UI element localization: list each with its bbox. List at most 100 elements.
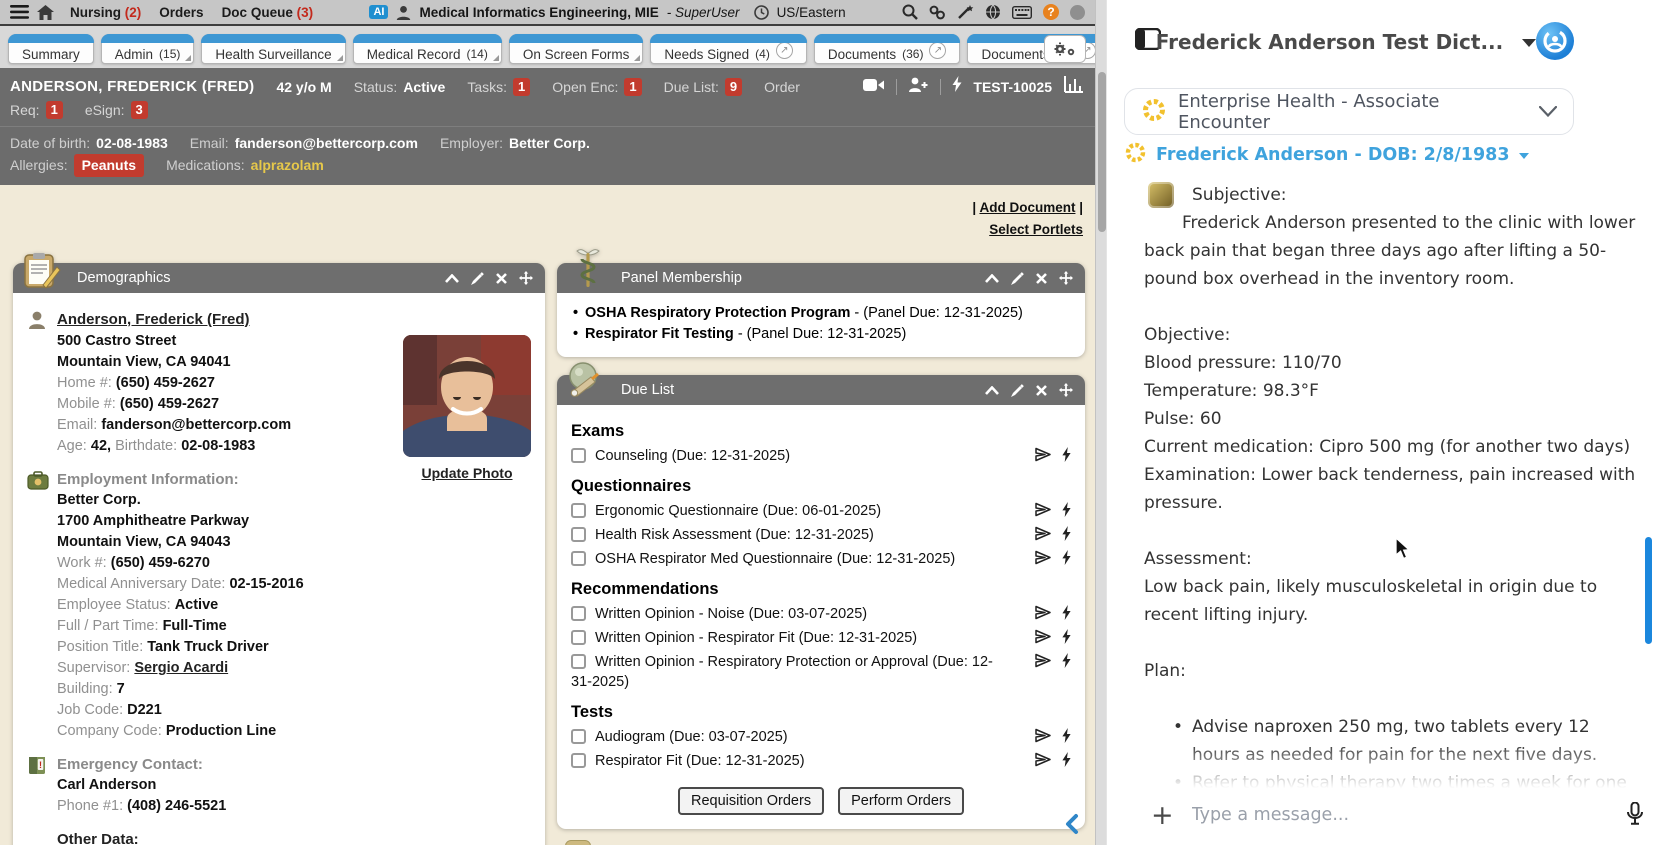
chart-tab[interactable]: Documents (36) ↗ [813,34,961,64]
order-bolt-icon[interactable] [1062,752,1071,767]
panel-item[interactable]: OSHA Respiratory Protection Program - (P… [571,303,1071,324]
video-camera-icon[interactable] [863,77,885,97]
home-icon[interactable] [37,4,54,20]
item-checkbox[interactable] [571,527,586,542]
user-icon[interactable] [396,5,411,20]
move-icon[interactable] [1059,271,1073,285]
due-list-count-badge[interactable]: 9 [724,77,743,96]
item-checkbox[interactable] [571,654,586,669]
encounter-selector[interactable]: Enterprise Health - Associate Encounter [1124,88,1574,135]
chart-tab[interactable]: Medical Record (14) [352,34,502,64]
edit-pencil-icon[interactable] [471,271,484,285]
topbar-nav-item[interactable]: Nursing (2) [70,5,141,20]
add-person-icon[interactable] [908,77,929,97]
req-count-badge[interactable]: 1 [45,101,63,119]
item-checkbox[interactable] [571,606,586,621]
popout-icon[interactable]: ↗ [775,41,793,59]
patient-name-link[interactable]: Anderson, Frederick (Fred) [57,311,250,328]
link-icon[interactable] [929,5,946,20]
item-checkbox[interactable] [571,551,586,566]
close-icon[interactable] [1036,384,1047,396]
chart-tab[interactable]: Health Surveillance [201,34,347,64]
order-bolt-icon[interactable] [1062,550,1071,565]
session-title-dropdown[interactable]: Frederick Anderson Test Dict... [1147,30,1545,54]
app-scrollbar[interactable] [1095,0,1106,845]
globe-icon[interactable] [985,4,1001,20]
update-photo-link[interactable]: Update Photo [422,463,513,484]
supervisor-link[interactable]: Sergio Acardi [134,660,228,676]
organization-name[interactable]: Medical Informatics Engineering, MIE [419,5,658,20]
select-portlets-link[interactable]: Select Portlets [989,222,1083,237]
ai-badge[interactable]: AI [369,5,389,19]
search-icon[interactable] [902,4,918,20]
send-plane-icon[interactable] [1035,653,1051,668]
order-bolt-icon[interactable] [1062,653,1071,668]
open-enc-count-badge[interactable]: 1 [624,77,642,96]
item-checkbox[interactable] [571,448,586,463]
popout-icon[interactable]: ↗ [929,41,947,59]
order-bolt-icon[interactable] [1062,605,1071,620]
timezone-label[interactable]: US/Eastern [777,5,846,20]
chart-tab[interactable]: Summary [8,34,94,64]
chart-stats-icon[interactable] [1063,75,1085,98]
chart-tab[interactable]: Admin (15) [100,34,195,64]
chart-tab[interactable]: Needs Signed (4) ↗ [650,34,808,64]
order-bolt-icon[interactable] [1062,728,1071,743]
order-link[interactable]: Order [764,77,800,97]
move-icon[interactable] [519,271,533,285]
patient-context-dropdown[interactable]: Frederick Anderson - DOB: 2/8/1983 [1124,141,1529,169]
collapse-icon[interactable] [985,273,999,283]
panel-item[interactable]: Respirator Fit Testing - (Panel Due: 12-… [571,324,1071,345]
patient-id[interactable]: TEST-10025 [973,77,1052,97]
microphone-icon[interactable] [1627,801,1643,829]
send-plane-icon[interactable] [1035,629,1051,644]
chart-tab[interactable]: On Screen Forms [508,34,644,64]
close-icon[interactable] [496,272,507,284]
tab-settings-button[interactable] [1044,35,1086,63]
order-bolt-icon[interactable] [1062,629,1071,644]
item-checkbox[interactable] [571,729,586,744]
close-icon[interactable] [1036,272,1047,284]
item-checkbox[interactable] [571,503,586,518]
topbar-nav-item[interactable]: Doc Queue (3) [222,5,314,20]
order-bolt-icon[interactable] [1062,502,1071,517]
help-icon[interactable]: ? [1042,4,1059,20]
tasks-count-badge[interactable]: 1 [513,77,531,96]
order-bolt-icon[interactable] [1062,526,1071,541]
send-plane-icon[interactable] [1035,550,1051,565]
send-plane-icon[interactable] [1035,502,1051,517]
attach-plus-button[interactable]: + [1151,802,1174,829]
send-plane-icon[interactable] [1035,752,1051,767]
requisition-orders-button[interactable]: Requisition Orders [678,787,825,815]
keyboard-icon[interactable] [1011,5,1032,19]
assistant-logo[interactable] [1536,22,1574,60]
edit-pencil-icon[interactable] [1011,383,1024,397]
move-icon[interactable] [1059,383,1073,397]
allergy-badge[interactable]: Peanuts [73,154,145,177]
add-document-link[interactable]: Add Document [979,200,1075,215]
message-input[interactable] [1191,805,1609,825]
magic-wand-icon[interactable] [957,4,974,20]
collapse-icon[interactable] [445,273,459,283]
patient-name[interactable]: ANDERSON, FREDERICK (FRED) [10,77,254,97]
hamburger-menu-icon[interactable] [10,5,29,19]
app-scrollbar-thumb[interactable] [1097,72,1106,232]
item-checkbox[interactable] [571,753,586,768]
collapse-panel-arrow[interactable] [1061,812,1085,841]
perform-orders-button[interactable]: Perform Orders [838,787,964,815]
edit-pencil-icon[interactable] [1011,271,1024,285]
ai-panel-scrollbar-thumb[interactable] [1645,537,1652,644]
send-plane-icon[interactable] [1035,447,1051,462]
medication-value[interactable]: alprazolam [251,155,324,176]
send-plane-icon[interactable] [1035,605,1051,620]
send-plane-icon[interactable] [1035,526,1051,541]
order-bolt-icon[interactable] [1062,447,1071,462]
send-plane-icon[interactable] [1035,728,1051,743]
esign-count-badge[interactable]: 3 [130,101,148,119]
due-list-buttons: Requisition Orders Perform Orders [571,787,1071,815]
status-dot-icon[interactable] [1069,4,1085,20]
topbar-nav-item[interactable]: Orders [159,5,203,20]
item-checkbox[interactable] [571,630,586,645]
quick-action-bolt-icon[interactable] [952,76,962,97]
collapse-icon[interactable] [985,385,999,395]
